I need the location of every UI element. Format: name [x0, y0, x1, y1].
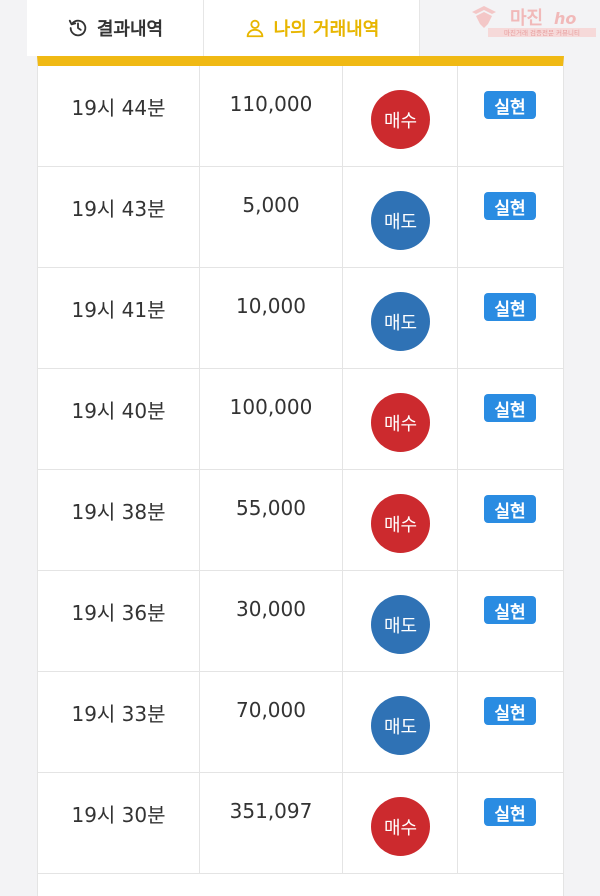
status-badge: 실현: [484, 192, 536, 220]
tab-bar: 결과내역 나의 거래내역 마진 ho 마진거래 검증전문 커뮤니티: [0, 0, 600, 56]
type-cell: 매도: [343, 571, 458, 671]
amount-cell: 10,000: [200, 268, 343, 368]
status-cell: 실현: [458, 470, 563, 570]
table-bottom: [38, 876, 563, 896]
trade-time: 19시 44분: [71, 96, 166, 120]
trade-time: 19시 36분: [71, 601, 166, 625]
trade-amount: 5,000: [242, 193, 300, 217]
trade-time: 19시 38분: [71, 500, 166, 524]
type-cell: 매수: [343, 773, 458, 873]
status-cell: 실현: [458, 66, 563, 166]
trade-amount: 70,000: [236, 698, 306, 722]
amount-cell: 55,000: [200, 470, 343, 570]
status-cell: 실현: [458, 773, 563, 873]
sell-badge: 매도: [371, 292, 430, 351]
trade-time: 19시 40분: [71, 399, 166, 423]
time-cell: 19시 43분: [38, 167, 200, 267]
svg-text:마진거래 검증전문 커뮤니티: 마진거래 검증전문 커뮤니티: [504, 28, 580, 37]
status-badge: 실현: [484, 798, 536, 826]
type-cell: 매도: [343, 268, 458, 368]
tab-my-trades-label: 나의 거래내역: [273, 19, 380, 40]
amount-cell: 100,000: [200, 369, 343, 469]
type-cell: 매도: [343, 167, 458, 267]
tab-result-history[interactable]: 결과내역: [27, 0, 204, 56]
status-cell: 실현: [458, 167, 563, 267]
user-icon: [244, 17, 266, 39]
brand-logo: 마진 ho 마진거래 검증전문 커뮤니티: [472, 6, 596, 37]
tab-result-history-label: 결과내역: [96, 19, 164, 40]
amount-cell: 5,000: [200, 167, 343, 267]
trade-amount: 100,000: [229, 395, 313, 419]
trade-time: 19시 41분: [71, 298, 166, 322]
time-cell: 19시 33분: [38, 672, 200, 772]
buy-badge: 매수: [371, 494, 430, 553]
history-icon: [67, 17, 89, 39]
table-row: 19시 38분 55,000 매수 실현: [38, 470, 563, 571]
time-cell: 19시 38분: [38, 470, 200, 570]
table-row: 19시 33분 70,000 매도 실현: [38, 672, 563, 773]
buy-badge: 매수: [371, 393, 430, 452]
status-cell: 실현: [458, 369, 563, 469]
trade-amount: 110,000: [229, 92, 313, 116]
status-badge: 실현: [484, 495, 536, 523]
table-row: 19시 43분 5,000 매도 실현: [38, 167, 563, 268]
trade-amount: 10,000: [236, 294, 306, 318]
type-cell: 매수: [343, 369, 458, 469]
amount-cell: 30,000: [200, 571, 343, 671]
trade-time: 19시 30분: [71, 803, 166, 827]
tab-my-trades[interactable]: 나의 거래내역: [204, 0, 420, 56]
status-cell: 실현: [458, 268, 563, 368]
buy-badge: 매수: [371, 90, 430, 149]
time-cell: 19시 40분: [38, 369, 200, 469]
trade-amount: 30,000: [236, 597, 306, 621]
time-cell: 19시 44분: [38, 66, 200, 166]
status-badge: 실현: [484, 394, 536, 422]
buy-badge: 매수: [371, 797, 430, 856]
status-cell: 실현: [458, 672, 563, 772]
sell-badge: 매도: [371, 191, 430, 250]
amount-cell: 110,000: [200, 66, 343, 166]
table-row: 19시 44분 110,000 매수 실현: [38, 66, 563, 167]
time-cell: 19시 30분: [38, 773, 200, 873]
svg-text:마진: 마진: [510, 8, 543, 29]
table-row: 19시 40분 100,000 매수 실현: [38, 369, 563, 470]
table-row: 19시 36분 30,000 매도 실현: [38, 571, 563, 672]
svg-text:ho: ho: [554, 9, 576, 28]
status-badge: 실현: [484, 596, 536, 624]
status-badge: 실현: [484, 697, 536, 725]
type-cell: 매수: [343, 66, 458, 166]
trade-time: 19시 43분: [71, 197, 166, 221]
table-row: 19시 41분 10,000 매도 실현: [38, 268, 563, 369]
sell-badge: 매도: [371, 595, 430, 654]
table-row: 19시 30분 351,097 매수 실현: [38, 773, 563, 874]
sell-badge: 매도: [371, 696, 430, 755]
status-badge: 실현: [484, 293, 536, 321]
time-cell: 19시 36분: [38, 571, 200, 671]
status-badge: 실현: [484, 91, 536, 119]
trade-history-table: 19시 44분 110,000 매수 실현 19시 43분 5,000 매도 실현 19시 41…: [37, 56, 564, 896]
status-cell: 실현: [458, 571, 563, 671]
time-cell: 19시 41분: [38, 268, 200, 368]
trade-amount: 55,000: [236, 496, 306, 520]
amount-cell: 351,097: [200, 773, 343, 873]
amount-cell: 70,000: [200, 672, 343, 772]
type-cell: 매도: [343, 672, 458, 772]
trade-time: 19시 33분: [71, 702, 166, 726]
type-cell: 매수: [343, 470, 458, 570]
trade-amount: 351,097: [229, 799, 313, 823]
